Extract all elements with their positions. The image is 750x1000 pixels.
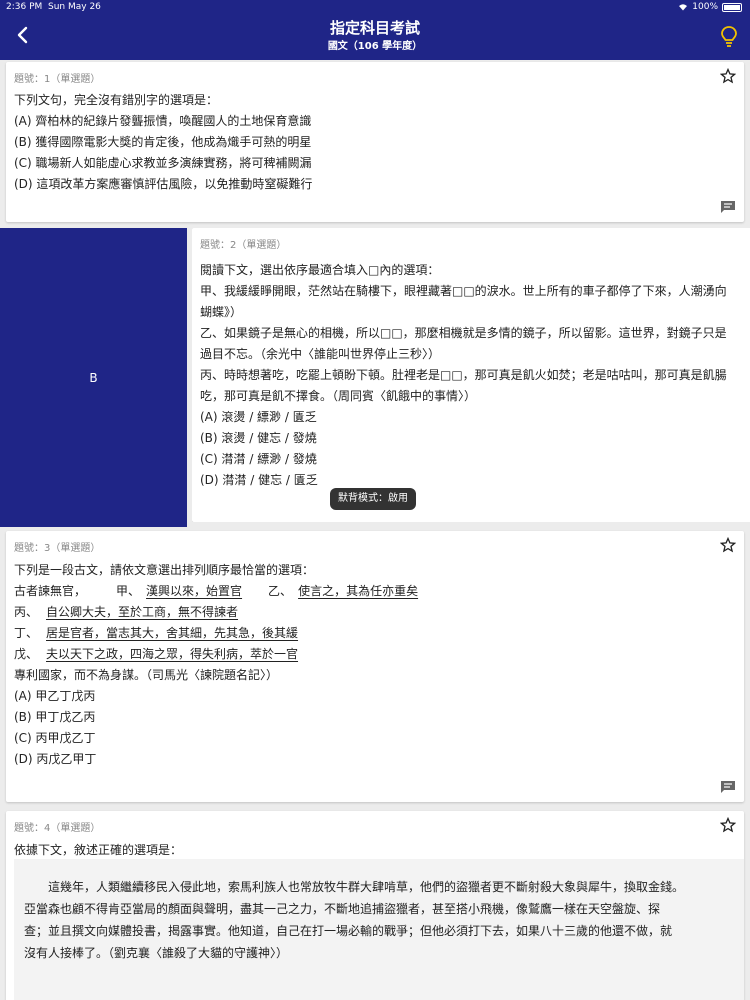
label-yi: 乙、 bbox=[268, 584, 293, 598]
option-c[interactable]: (C) 丙甲戊乙丁 bbox=[14, 730, 96, 746]
passage-line: 亞當森也顧不得肯亞當局的顏面與聲明，盡其一己之力，不斷地追捕盜獵者，甚至搭小飛機… bbox=[24, 902, 661, 916]
option-d[interactable]: (D) 丙戊乙甲丁 bbox=[14, 751, 96, 767]
passage-line: 查；並且撰文向媒體投書，揭露事實。他知道，自己在打一場必輸的戰爭；但他必須打下去… bbox=[24, 924, 673, 938]
passage-line: 這幾年，人類繼續移民入侵此地，索馬利族人也常放牧牛群大肆啃草，他們的盜獵者更不斷… bbox=[24, 880, 685, 894]
question-card-2: 題號：2（單選題） 閱讀下文，選出依序最適合填入□內的選項： 甲、我緩緩睜開眼，… bbox=[192, 228, 750, 522]
question-number: 題號：1（單選題） bbox=[14, 74, 101, 85]
answer-reveal-panel[interactable]: B bbox=[0, 228, 187, 527]
option-c[interactable]: (C) 職場新人如能虛心求教並多演練實務，將可稗補闕漏 bbox=[14, 155, 312, 171]
question-card-4: 題號：4（單選題） 依據下文，敘述正確的選項是： 這幾年，人類繼續移民入侵此地，… bbox=[6, 811, 744, 1000]
option-d[interactable]: (D) 潸潸 / 健忘 / 匱乏 bbox=[200, 472, 318, 488]
passage-line: 乙、如果鏡子是無心的相機，所以□□，那麼相機就是多情的鏡子，所以留影。這世界，對… bbox=[200, 326, 727, 340]
option-b[interactable]: (B) 獲得國際電影大獎的肯定後，他成為熾手可熱的明星 bbox=[14, 134, 311, 150]
answer-label: B bbox=[89, 370, 98, 385]
label-bing: 丙、 bbox=[14, 605, 39, 619]
passage-line: 吃，那可真是飢不擇食。（周同賓〈飢餓中的事情〉） bbox=[200, 389, 477, 403]
option-c[interactable]: (C) 潸潸 / 縹渺 / 發燒 bbox=[200, 451, 317, 467]
passage-line: 丙、時時想著吃，吃罷上頓盼下頓。肚裡老是□□，那可真是飢火如焚；老是咕咕叫，那可… bbox=[200, 368, 727, 382]
passage-start: 古者諫無官， bbox=[14, 584, 87, 598]
page-title: 指定科目考試 bbox=[329, 19, 420, 37]
question-prompt: 下列文句，完全沒有錯別字的選項是： bbox=[14, 93, 219, 107]
favorite-star-icon[interactable] bbox=[720, 817, 736, 833]
segment-yi: 使言之，其為任亦重矣 bbox=[298, 584, 419, 598]
status-date: Sun May 26 bbox=[48, 2, 101, 12]
segment-jia: 漢興以來，始置官 bbox=[146, 584, 243, 598]
passage-line: 專利國家，而不為身謀。（司馬光〈諫院題名記〉） bbox=[14, 668, 279, 682]
question-number: 題號：4（單選題） bbox=[14, 823, 101, 834]
battery-icon bbox=[722, 2, 742, 12]
label-ding: 丁、 bbox=[14, 626, 39, 640]
option-a[interactable]: (A) 甲乙丁戊丙 bbox=[14, 688, 95, 704]
question-card-3: 題號：3（單選題） 下列是一段古文，請依文意選出排列順序最恰當的選項： 古者諫無… bbox=[6, 531, 744, 802]
favorite-star-icon[interactable] bbox=[720, 537, 736, 553]
question-number: 題號：2（單選題） bbox=[200, 240, 287, 251]
reading-passage: 這幾年，人類繼續移民入侵此地，索馬利族人也常放牧牛群大肆啃草，他們的盜獵者更不斷… bbox=[14, 859, 744, 1000]
passage-line: 過目不忘。（余光中〈誰能叫世界停止三秒〉） bbox=[200, 347, 441, 361]
question-prompt: 閱讀下文，選出依序最適合填入□內的選項： bbox=[200, 263, 440, 277]
label-jia: 甲、 bbox=[116, 584, 141, 598]
status-right: 100% bbox=[678, 2, 742, 12]
passage-line: 丁、 居是官者，當志其大，舍其細，先其急，後其緩 bbox=[14, 625, 298, 641]
passage-line: 蝴蝶》） bbox=[200, 305, 243, 319]
passage-line: 古者諫無官， 甲、 漢興以來，始置官 乙、 使言之，其為任亦重矣 bbox=[14, 583, 418, 599]
segment-bing: 自公卿大夫，至於工商，無不得諫者 bbox=[46, 605, 239, 619]
option-a[interactable]: (A) 齊柏林的紀錄片發聾振憒，喚醒國人的土地保育意識 bbox=[14, 113, 311, 129]
option-b[interactable]: (B) 滾燙 / 健忘 / 發燒 bbox=[200, 430, 317, 446]
wifi-icon bbox=[679, 4, 688, 11]
lightbulb-icon[interactable] bbox=[718, 24, 740, 48]
option-d[interactable]: (D) 這項改革方案應審慎評估風險，以免推動時窒礙難行 bbox=[14, 176, 312, 192]
memorize-mode-toast: 默背模式：啟用 bbox=[330, 488, 416, 510]
passage-line: 丙、 自公卿大夫，至於工商，無不得諫者 bbox=[14, 604, 238, 620]
comment-icon[interactable] bbox=[720, 780, 736, 794]
question-prompt: 依據下文，敘述正確的選項是： bbox=[14, 843, 183, 857]
status-bar: 2:36 PM Sun May 26 100% bbox=[0, 0, 750, 14]
question-card-1: 題號：1（單選題） 下列文句，完全沒有錯別字的選項是： (A) 齊柏林的紀錄片發… bbox=[6, 62, 744, 222]
passage-line: 戊、 夫以天下之政，四海之眾，得失利病，萃於一官 bbox=[14, 646, 298, 662]
option-a[interactable]: (A) 滾燙 / 縹渺 / 匱乏 bbox=[200, 409, 317, 425]
option-b[interactable]: (B) 甲丁戊乙丙 bbox=[14, 709, 95, 725]
page-subtitle: 國文（106 學年度） bbox=[327, 41, 423, 52]
question-number: 題號：3（單選題） bbox=[14, 543, 101, 554]
battery-percent: 100% bbox=[692, 2, 718, 12]
status-time: 2:36 PM bbox=[6, 2, 43, 12]
passage-line: 沒有人接棒了。（劉克襄〈誰殺了大貓的守護神〉） bbox=[24, 946, 289, 960]
label-wu: 戊、 bbox=[14, 647, 39, 661]
question-prompt: 下列是一段古文，請依文意選出排列順序最恰當的選項： bbox=[14, 563, 315, 577]
favorite-star-icon[interactable] bbox=[720, 68, 736, 84]
passage-line: 甲、我緩緩睜開眼，茫然站在騎樓下，眼裡藏著□□的淚水。世上所有的車子都停了下來，… bbox=[200, 284, 727, 298]
segment-ding: 居是官者，當志其大，舍其細，先其急，後其緩 bbox=[46, 626, 299, 640]
nav-bar: 指定科目考試 國文（106 學年度） bbox=[0, 14, 750, 60]
comment-icon[interactable] bbox=[720, 200, 736, 214]
segment-wu: 夫以天下之政，四海之眾，得失利病，萃於一官 bbox=[46, 647, 299, 661]
question-2-viewport: 題號：2（單選題） 閱讀下文，選出依序最適合填入□內的選項： 甲、我緩緩睜開眼，… bbox=[192, 228, 750, 522]
